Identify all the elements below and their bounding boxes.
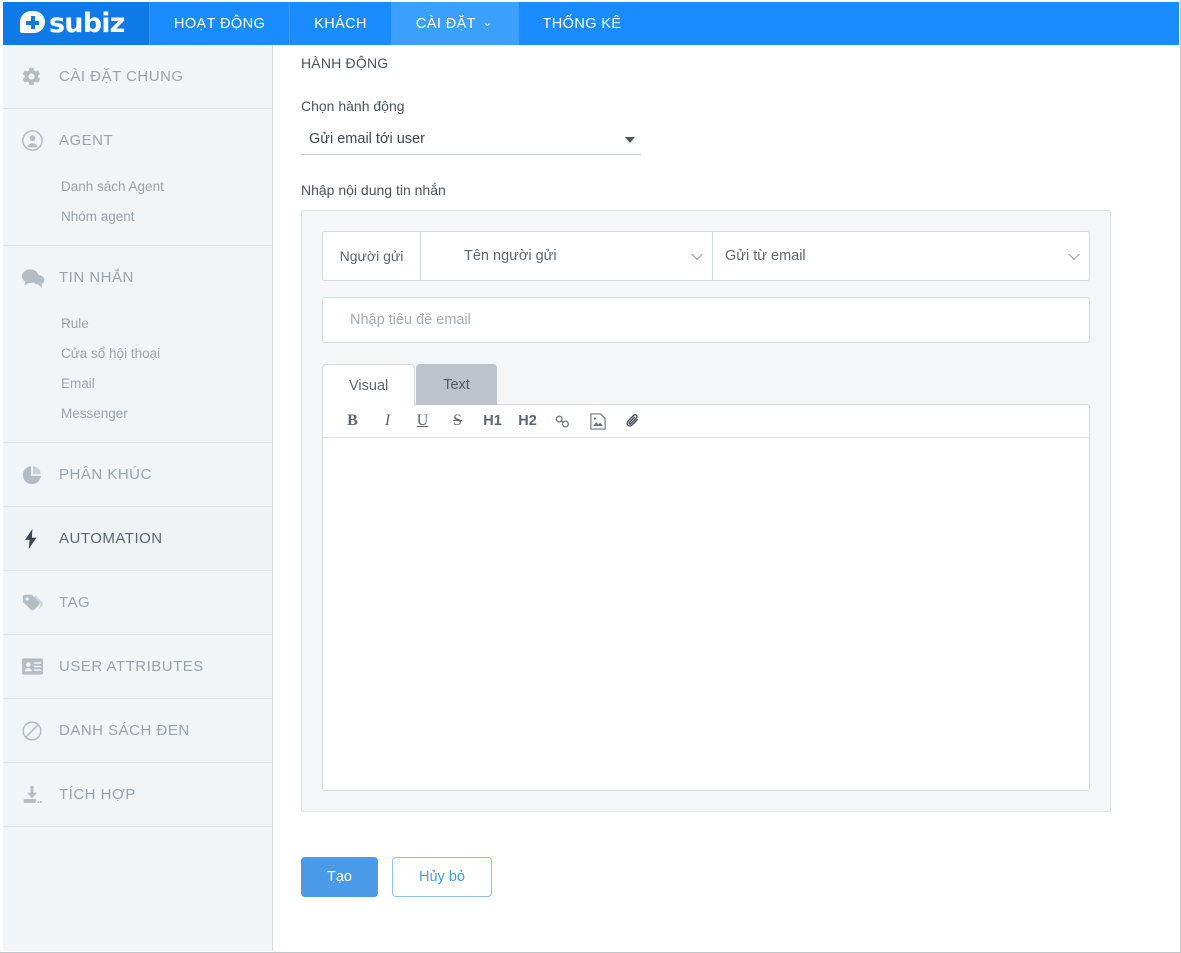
sidebar-group-danh-sach-den: DANH SÁCH ĐEN <box>3 699 272 763</box>
nav-item-cai-dat[interactable]: CÀI ĐẶT ⌄ <box>390 2 518 45</box>
sender-name-select[interactable]: Tên người gửi <box>421 232 713 280</box>
sidebar-subitem-email[interactable]: Email <box>3 369 272 399</box>
rich-text-editor: B I U S H1 H2 <box>322 404 1090 791</box>
editor-tabs: Visual Text <box>322 364 1090 406</box>
brand-name: subiz <box>49 8 125 39</box>
sidebar-item-cai-dat-chung[interactable]: CÀI ĐẶT CHUNG <box>3 45 272 108</box>
id-card-icon <box>21 657 51 676</box>
nav-item-khach[interactable]: KHÁCH <box>289 2 391 45</box>
sender-email-value: Gửi từ email <box>725 248 806 264</box>
nav-item-hoat-dong[interactable]: HOẠT ĐỘNG <box>149 2 289 45</box>
nav-label: KHÁCH <box>314 15 367 32</box>
sidebar-item-agent[interactable]: AGENT <box>3 109 272 172</box>
sender-label: Người gửi <box>323 232 421 280</box>
action-select-label: Chọn hành động <box>301 98 405 114</box>
sidebar-item-label: PHÂN KHÚC <box>59 466 152 483</box>
sidebar-group-cai-dat-chung: CÀI ĐẶT CHUNG <box>3 45 272 109</box>
sidebar-sublist-agent: Danh sách Agent Nhóm agent <box>3 172 272 245</box>
chat-bubble-icon <box>21 267 51 289</box>
cancel-button[interactable]: Hủy bỏ <box>392 857 492 897</box>
sidebar-subitem-messenger[interactable]: Messenger <box>3 399 272 429</box>
attachment-icon[interactable] <box>615 413 650 429</box>
sidebar-group-automation: AUTOMATION <box>3 507 272 571</box>
chevron-down-icon <box>691 248 703 261</box>
sidebar-sublist-tin-nhan: Rule Cửa sổ hội thoại Email Messenger <box>3 309 272 442</box>
sidebar-subitem-nhom-agent[interactable]: Nhóm agent <box>3 202 272 232</box>
sidebar-item-automation[interactable]: AUTOMATION <box>3 507 272 570</box>
nav-label: THỐNG KÊ <box>542 15 622 32</box>
sidebar-item-tin-nhan[interactable]: TIN NHẮN <box>3 246 272 309</box>
sidebar-group-tin-nhan: TIN NHẮN Rule Cửa sổ hội thoại Email Mes… <box>3 246 272 443</box>
sidebar-item-label: AUTOMATION <box>59 530 163 547</box>
lightning-bolt-icon <box>21 528 51 550</box>
email-composer-panel: Người gửi Tên người gửi Gửi từ email Nhậ… <box>301 210 1111 812</box>
gear-icon <box>21 66 51 87</box>
form-actions: Tạo Hủy bỏ <box>301 857 1179 897</box>
strikethrough-icon[interactable]: S <box>440 413 475 429</box>
sidebar-item-label: AGENT <box>59 132 114 149</box>
tag-icon <box>21 592 51 614</box>
chevron-down-icon: ⌄ <box>482 17 493 29</box>
sidebar-item-danh-sach-den[interactable]: DANH SÁCH ĐEN <box>3 699 272 762</box>
sidebar: CÀI ĐẶT CHUNG AGENT Danh sách Agent Nhóm… <box>3 45 273 951</box>
tab-text[interactable]: Text <box>416 364 497 405</box>
sidebar-group-tag: TAG <box>3 571 272 635</box>
action-select[interactable]: Gửi email tới user <box>301 126 641 155</box>
editor-content-area[interactable] <box>323 438 1089 790</box>
nav-label: CÀI ĐẶT <box>415 15 476 32</box>
sidebar-item-label: DANH SÁCH ĐEN <box>59 722 190 739</box>
sidebar-subitem-cua-so-hoi-thoai[interactable]: Cửa sổ hội thoại <box>3 339 272 369</box>
chevron-down-icon <box>1068 248 1080 261</box>
heading-1-icon[interactable]: H1 <box>475 414 510 429</box>
sidebar-group-phan-khuc: PHÂN KHÚC <box>3 443 272 507</box>
image-icon[interactable] <box>580 412 615 430</box>
tab-visual[interactable]: Visual <box>322 364 416 406</box>
tab-label: Visual <box>349 377 389 394</box>
heading-2-icon[interactable]: H2 <box>510 414 545 429</box>
sidebar-group-tich-hop: TÍCH HỢP <box>3 763 272 827</box>
user-circle-icon <box>21 129 51 152</box>
sender-row: Người gửi Tên người gửi Gửi từ email <box>322 231 1090 281</box>
underline-icon[interactable]: U <box>405 413 440 429</box>
link-icon[interactable] <box>545 414 580 429</box>
top-navbar: subiz HOẠT ĐỘNG KHÁCH CÀI ĐẶT ⌄ THỐNG KÊ <box>3 2 1179 45</box>
sidebar-group-user-attributes: USER ATTRIBUTES <box>3 635 272 699</box>
sidebar-subitem-rule[interactable]: Rule <box>3 309 272 339</box>
nav-label: HOẠT ĐỘNG <box>174 15 266 32</box>
application-window: subiz HOẠT ĐỘNG KHÁCH CÀI ĐẶT ⌄ THỐNG KÊ… <box>0 0 1181 953</box>
block-icon <box>21 720 51 742</box>
message-content-label: Nhập nội dung tin nhắn <box>301 182 446 198</box>
email-subject-placeholder: Nhập tiêu đề email <box>350 312 471 328</box>
bold-icon[interactable]: B <box>335 413 370 429</box>
main-content: HÀNH ĐỘNG Chọn hành động Gửi email tới u… <box>274 45 1179 951</box>
sidebar-item-label: TÍCH HỢP <box>59 786 136 803</box>
page-title: HÀNH ĐỘNG <box>301 55 389 71</box>
sidebar-empty-space <box>3 827 272 951</box>
sidebar-item-tich-hop[interactable]: TÍCH HỢP <box>3 763 272 826</box>
subiz-bubble-plus-icon <box>20 11 47 36</box>
sidebar-subitem-danh-sach-agent[interactable]: Danh sách Agent <box>3 172 272 202</box>
sidebar-group-agent: AGENT Danh sách Agent Nhóm agent <box>3 109 272 246</box>
tab-label: Text <box>443 377 470 393</box>
dropdown-triangle-icon <box>625 137 635 143</box>
email-subject-input[interactable]: Nhập tiêu đề email <box>322 297 1090 343</box>
sender-name-value: Tên người gửi <box>464 248 557 264</box>
italic-icon[interactable]: I <box>370 413 405 429</box>
nav-item-thong-ke[interactable]: THỐNG KÊ <box>517 2 646 45</box>
action-select-value: Gửi email tới user <box>309 131 425 147</box>
sidebar-item-label: USER ATTRIBUTES <box>59 658 204 675</box>
sidebar-item-tag[interactable]: TAG <box>3 571 272 634</box>
sender-email-select[interactable]: Gửi từ email <box>713 232 1089 280</box>
sidebar-item-label: CÀI ĐẶT CHUNG <box>59 68 184 85</box>
download-icon <box>21 784 51 806</box>
editor-toolbar: B I U S H1 H2 <box>323 405 1089 438</box>
sidebar-item-user-attributes[interactable]: USER ATTRIBUTES <box>3 635 272 698</box>
brand-logo[interactable]: subiz <box>3 2 149 45</box>
sidebar-item-label: TIN NHẮN <box>59 269 134 286</box>
pie-chart-icon <box>21 464 51 486</box>
sidebar-item-label: TAG <box>59 594 91 611</box>
submit-button[interactable]: Tạo <box>301 857 378 897</box>
sidebar-item-phan-khuc[interactable]: PHÂN KHÚC <box>3 443 272 506</box>
